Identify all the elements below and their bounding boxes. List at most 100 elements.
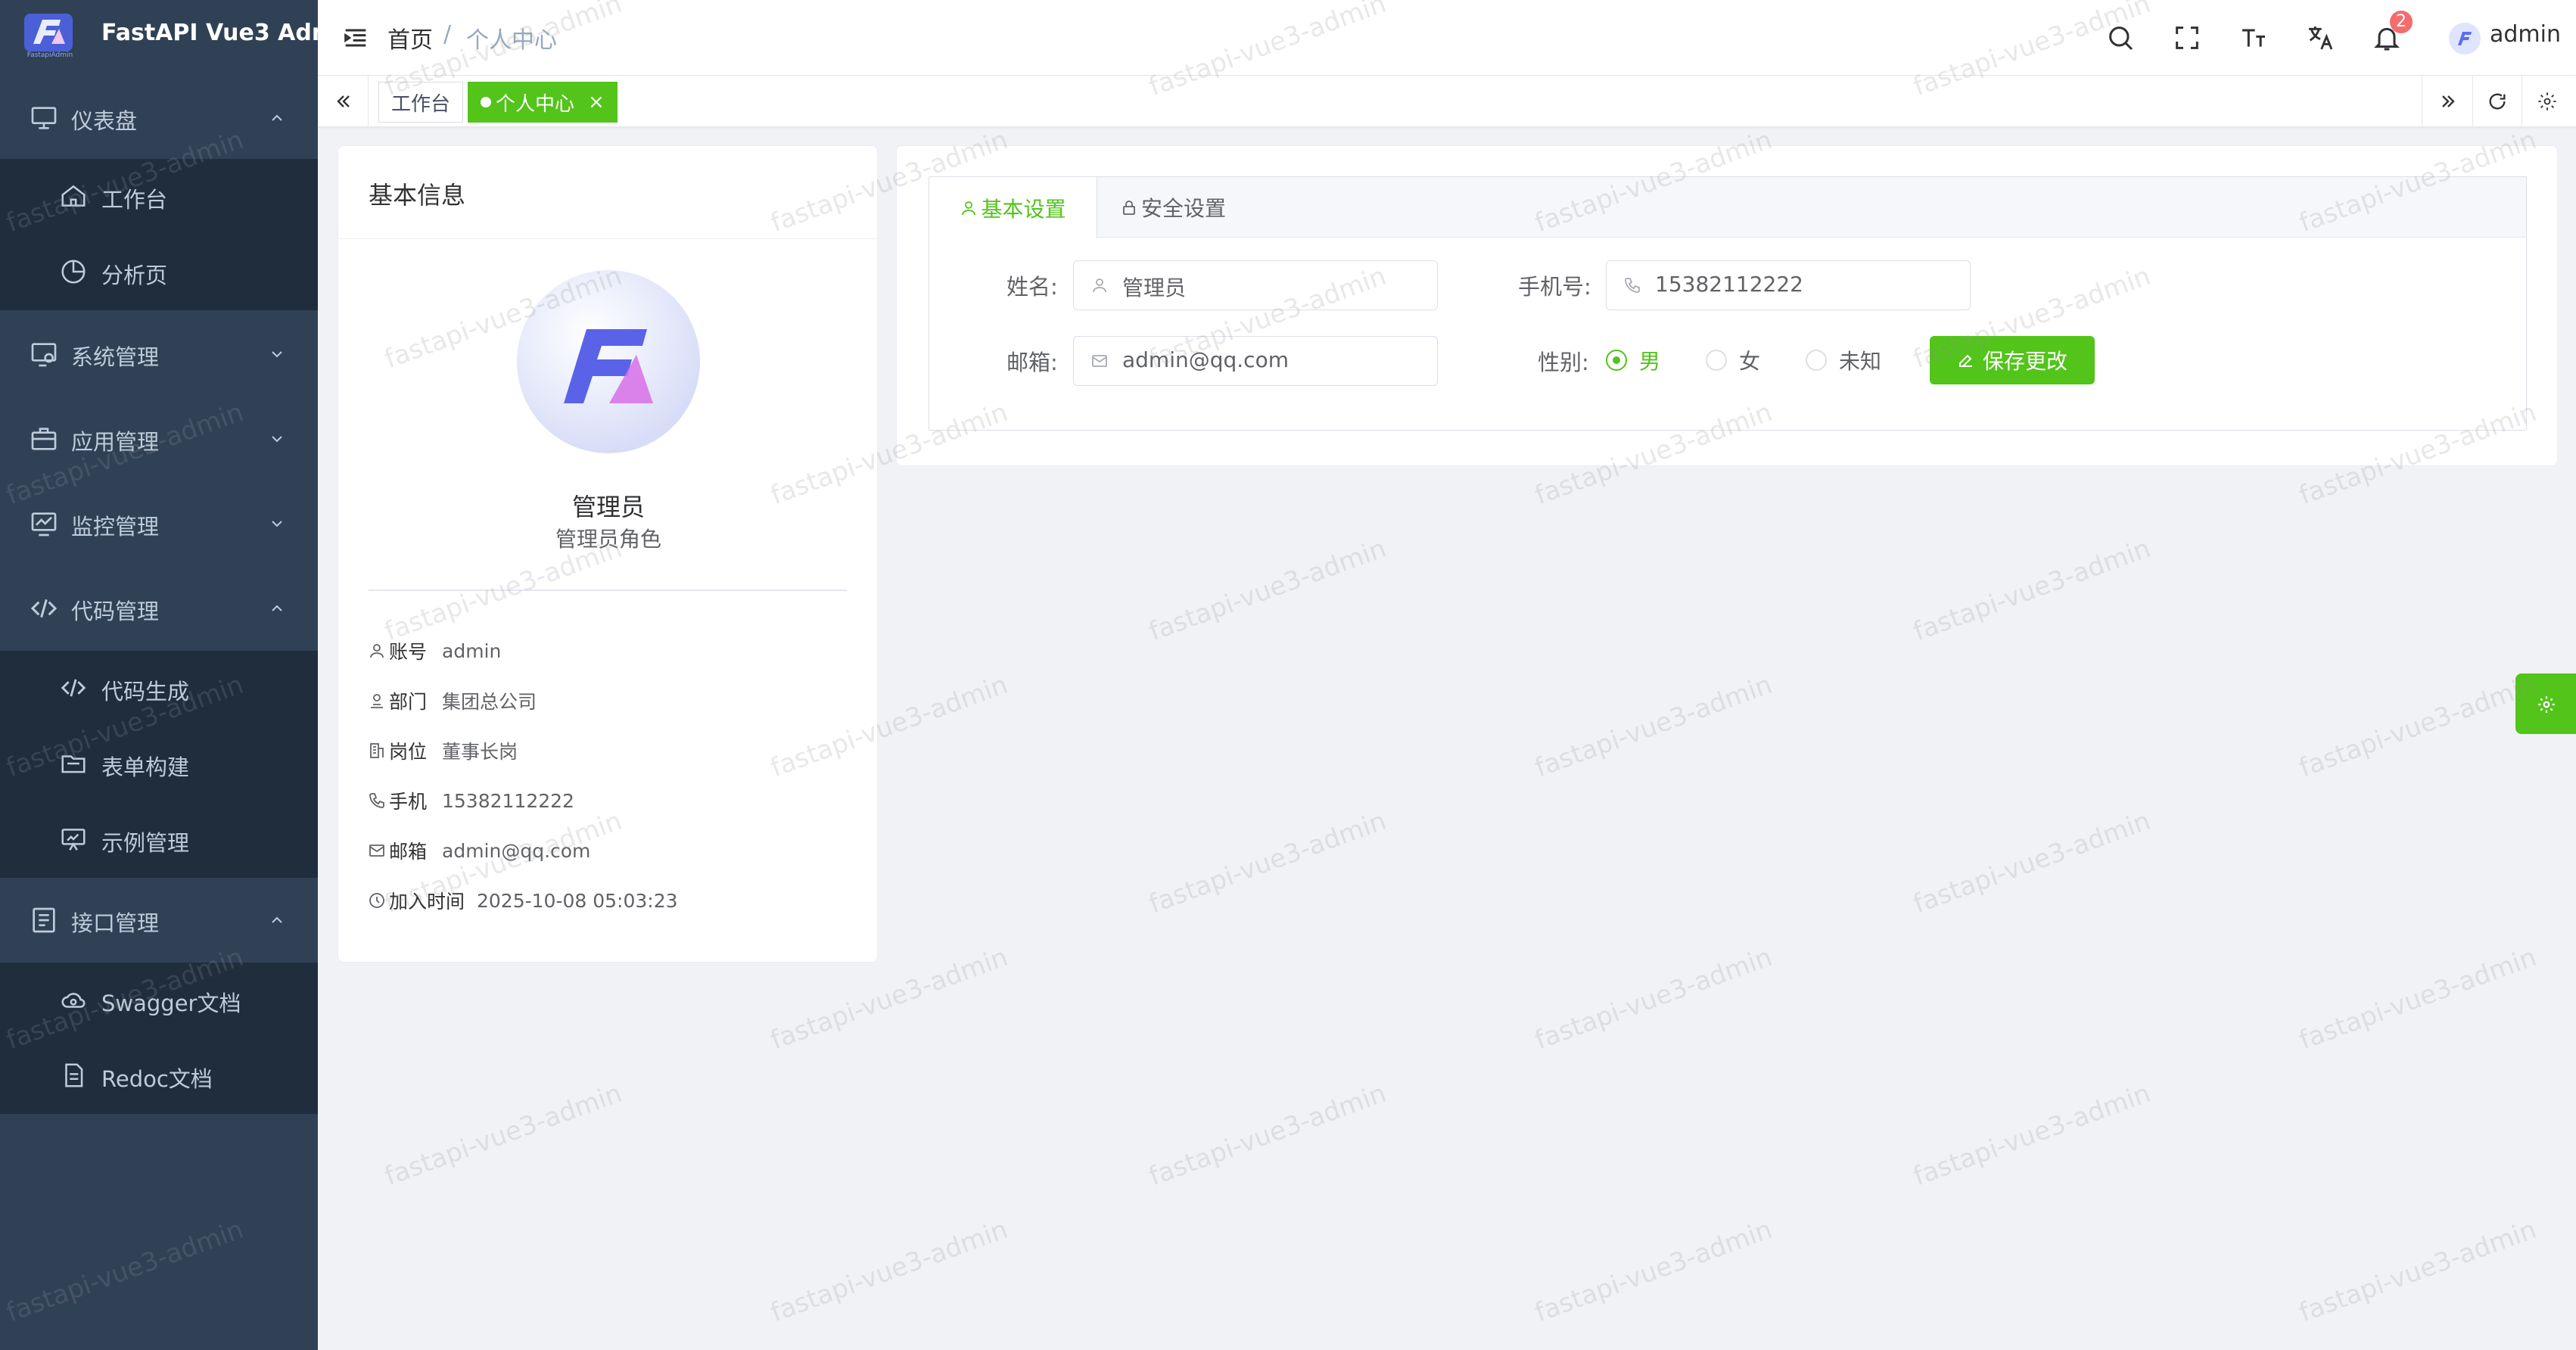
phone-label: 手机号:	[1518, 274, 1591, 300]
breadcrumb-home[interactable]: 首页	[387, 21, 433, 54]
watermark-text: fastapi-vue3-admin	[2295, 1214, 2540, 1329]
save-button[interactable]: 保存更改	[1930, 336, 2095, 384]
info-key: 部门	[389, 691, 428, 713]
email-input[interactable]: admin@qq.com	[1073, 336, 1438, 386]
tab-label: 安全设置	[1140, 196, 1226, 221]
file-icon	[59, 1061, 88, 1090]
sidebar-item-label: 分析页	[101, 263, 168, 288]
breadcrumb-separator: /	[443, 21, 452, 48]
gender-radio-unknown[interactable]	[1806, 350, 1827, 371]
clock-icon	[368, 891, 386, 910]
sidebar-item-swagger[interactable]: Swagger文档	[0, 963, 318, 1038]
phone-input[interactable]: 15382112222	[1606, 260, 1971, 310]
name-value: 管理员	[1122, 275, 1187, 300]
menu-fold-icon[interactable]	[341, 23, 371, 53]
card-divider	[338, 238, 877, 239]
close-icon[interactable]: ×	[588, 91, 605, 114]
chevron-up-icon	[268, 599, 286, 617]
monitor-icon	[29, 103, 59, 133]
sidebar-item-code[interactable]: 代码管理	[0, 571, 318, 646]
tags-settings-button[interactable]	[2522, 76, 2571, 127]
info-row-join-time: 加入时间 2025-10-08 05:03:23	[368, 887, 678, 914]
mail-icon	[1090, 352, 1109, 370]
sidebar-item-label: Swagger文档	[101, 991, 241, 1016]
document-icon	[29, 905, 59, 935]
sidebar-item-redoc[interactable]: Redoc文档	[0, 1038, 318, 1114]
gender-option-unknown[interactable]: 未知	[1839, 345, 1881, 375]
watermark-text: fastapi-vue3-admin	[2295, 669, 2540, 784]
email-label: 邮箱:	[1006, 350, 1058, 375]
font-size-icon[interactable]	[2238, 23, 2269, 53]
tag-profile-active[interactable]: 个人中心 ×	[468, 82, 618, 123]
gender-option-female[interactable]: 女	[1739, 345, 1760, 375]
watermark-text: fastapi-vue3-admin	[1909, 1078, 2154, 1193]
fullscreen-icon[interactable]	[2172, 23, 2202, 53]
chevron-up-icon	[268, 911, 286, 929]
info-value: 2025-10-08 05:03:23	[477, 889, 678, 912]
sidebar-item-system[interactable]: 系统管理	[0, 316, 318, 392]
user-icon	[368, 642, 386, 660]
system-icon	[29, 339, 59, 369]
department-icon	[368, 692, 386, 710]
gender-radio-male[interactable]	[1606, 350, 1627, 371]
watermark-text: fastapi-vue3-admin	[1531, 669, 1776, 784]
monitor-chart-icon	[29, 509, 59, 539]
watermark-text: fastapi-vue3-admin	[1145, 1078, 1390, 1193]
translate-icon[interactable]	[2305, 23, 2335, 53]
name-input[interactable]: 管理员	[1073, 260, 1438, 310]
tags-scroll-right-button[interactable]	[2422, 76, 2473, 127]
sidebar-item-formbuilder[interactable]: 表单构建	[0, 726, 318, 802]
chevron-down-icon	[268, 430, 286, 448]
info-value: 15382112222	[442, 789, 574, 812]
tab-basic-settings[interactable]: 基本设置	[929, 177, 1097, 238]
watermark-text: fastapi-vue3-admin	[381, 1078, 626, 1193]
sidebar-item-label: 仪表盘	[71, 108, 138, 134]
sidebar-item-dashboard[interactable]: 仪表盘	[0, 80, 318, 156]
tags-view-bar: 工作台 个人中心 ×	[318, 76, 2576, 127]
notification-badge: 2	[2390, 11, 2413, 33]
sidebar-item-workbench[interactable]: 工作台	[0, 159, 318, 235]
info-row-department: 部门 集团总公司	[368, 687, 537, 714]
sidebar-item-label: 代码生成	[101, 679, 190, 705]
sidebar-item-api[interactable]: 接口管理	[0, 882, 318, 958]
sidebar-item-monitor[interactable]: 监控管理	[0, 486, 318, 561]
tab-security-settings[interactable]: 安全设置	[1097, 177, 1249, 238]
active-dot	[481, 97, 491, 107]
sidebar-item-label: 代码管理	[71, 599, 160, 624]
logo-area[interactable]: FastapiAdmin FastAPI Vue3 Admin	[0, 0, 359, 76]
info-value: 董事长岗	[442, 741, 518, 763]
phone-value: 15382112222	[1655, 272, 1803, 297]
watermark-text: fastapi-vue3-admin	[1531, 941, 1776, 1056]
chevron-down-icon	[268, 345, 286, 363]
info-key: 加入时间	[389, 891, 465, 913]
folder-icon	[59, 749, 88, 778]
profile-avatar[interactable]	[517, 270, 700, 453]
pie-chart-icon	[59, 257, 88, 286]
code-icon	[29, 593, 59, 624]
sidebar-item-codegen[interactable]: 代码生成	[0, 651, 318, 726]
gender-radio-female[interactable]	[1706, 350, 1727, 371]
app-logo: FastapiAdmin	[21, 12, 76, 62]
search-icon[interactable]	[2105, 23, 2136, 53]
top-navbar: 首页 / 个人中心 2 admin	[318, 0, 2576, 76]
tags-scroll-left-button[interactable]	[318, 76, 369, 127]
sidebar-item-label: 示例管理	[101, 830, 190, 856]
floating-settings-button[interactable]	[2515, 673, 2576, 734]
tag-workbench[interactable]: 工作台	[378, 82, 464, 123]
sidebar-item-label: 工作台	[101, 187, 168, 213]
sidebar-item-analysis[interactable]: 分析页	[0, 235, 318, 310]
username[interactable]: admin	[2490, 21, 2561, 48]
sidebar-item-app[interactable]: 应用管理	[0, 401, 318, 477]
sidebar-item-label: 系统管理	[71, 344, 160, 370]
edit-icon	[1957, 351, 1975, 369]
watermark-text: fastapi-vue3-admin	[2295, 941, 2540, 1056]
save-label: 保存更改	[1982, 349, 2067, 374]
gender-option-male[interactable]: 男	[1639, 345, 1660, 375]
name-label: 姓名:	[1006, 274, 1058, 300]
avatar[interactable]	[2449, 23, 2481, 54]
double-chevron-right-icon	[2438, 91, 2459, 112]
watermark-text: fastapi-vue3-admin	[1531, 1214, 1776, 1329]
refresh-button[interactable]	[2472, 76, 2522, 127]
sidebar-item-examples[interactable]: 示例管理	[0, 802, 318, 878]
user-icon	[1090, 276, 1109, 294]
